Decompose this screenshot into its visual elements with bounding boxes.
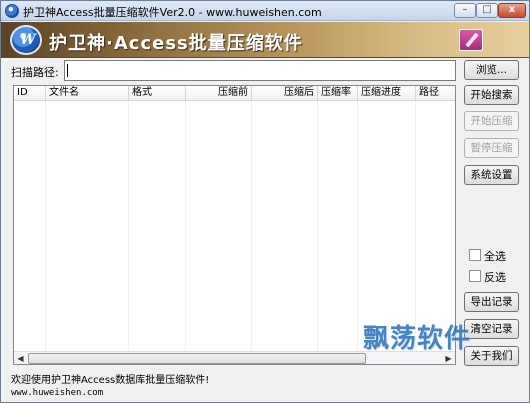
column-divider bbox=[317, 101, 318, 351]
pause-compress-button[interactable]: 暂停压缩 bbox=[464, 138, 519, 158]
maximize-button[interactable]: □ bbox=[476, 3, 498, 18]
wrench-icon[interactable] bbox=[459, 29, 483, 51]
scan-path-label: 扫描路径: bbox=[11, 66, 59, 79]
column-header-path[interactable]: 路径 bbox=[416, 86, 455, 101]
logo-letter: W bbox=[20, 32, 36, 48]
minimize-button[interactable]: – bbox=[454, 3, 476, 18]
column-header-filename[interactable]: 文件名 bbox=[46, 86, 129, 101]
logo-icon: W bbox=[10, 25, 42, 55]
column-header-id[interactable]: ID bbox=[14, 86, 46, 101]
about-us-button[interactable]: 关于我们 bbox=[464, 346, 519, 366]
column-divider bbox=[251, 101, 252, 351]
column-header-ratio[interactable]: 压缩率 bbox=[318, 86, 358, 101]
select-all-checkbox[interactable] bbox=[469, 249, 481, 261]
status-welcome-text: 欢迎使用护卫神Access数据库批量压缩软件! bbox=[11, 375, 210, 386]
scan-path-input[interactable] bbox=[64, 60, 456, 81]
scrollbar-thumb[interactable] bbox=[28, 353, 366, 364]
column-header-format[interactable]: 格式 bbox=[129, 86, 186, 101]
column-divider bbox=[415, 101, 416, 351]
column-header-progress[interactable]: 压缩进度 bbox=[358, 86, 416, 101]
app-window: 护卫神Access批量压缩软件Ver2.0 - www.huweishen.co… bbox=[0, 0, 530, 403]
window-title: 护卫神Access批量压缩软件Ver2.0 - www.huweishen.co… bbox=[23, 6, 322, 19]
column-header-size-before[interactable]: 压缩前 bbox=[186, 86, 252, 101]
start-search-button[interactable]: 开始搜索 bbox=[464, 85, 519, 105]
invert-selection-checkbox[interactable] bbox=[469, 270, 481, 282]
column-divider bbox=[357, 101, 358, 351]
browse-button[interactable]: 浏览... bbox=[464, 60, 519, 80]
watermark-text: 飘荡软件 bbox=[363, 324, 472, 354]
title-bar[interactable]: 护卫神Access批量压缩软件Ver2.0 - www.huweishen.co… bbox=[1, 1, 529, 21]
column-divider bbox=[185, 101, 186, 351]
clear-records-button[interactable]: 清空记录 bbox=[464, 319, 519, 339]
app-icon bbox=[5, 4, 19, 18]
column-divider bbox=[45, 101, 46, 351]
export-records-button[interactable]: 导出记录 bbox=[464, 292, 519, 312]
column-divider bbox=[128, 101, 129, 351]
close-button[interactable]: x bbox=[498, 3, 526, 18]
select-all-label[interactable]: 全选 bbox=[484, 248, 506, 264]
list-header: ID 文件名 格式 压缩前 压缩后 压缩率 压缩进度 路径 bbox=[14, 86, 455, 101]
start-compress-button[interactable]: 开始压缩 bbox=[464, 111, 519, 131]
status-website-text: www.huweishen.com bbox=[11, 388, 104, 398]
scroll-left-arrow-icon[interactable]: ◀ bbox=[15, 353, 26, 364]
column-header-size-after[interactable]: 压缩后 bbox=[252, 86, 318, 101]
banner-title: 护卫神·Access批量压缩软件 bbox=[49, 33, 303, 54]
invert-selection-label[interactable]: 反选 bbox=[484, 269, 506, 285]
text-caret bbox=[67, 64, 68, 77]
header-banner: W 护卫神·Access批量压缩软件 bbox=[1, 22, 529, 58]
settings-button[interactable]: 系统设置 bbox=[464, 165, 519, 185]
